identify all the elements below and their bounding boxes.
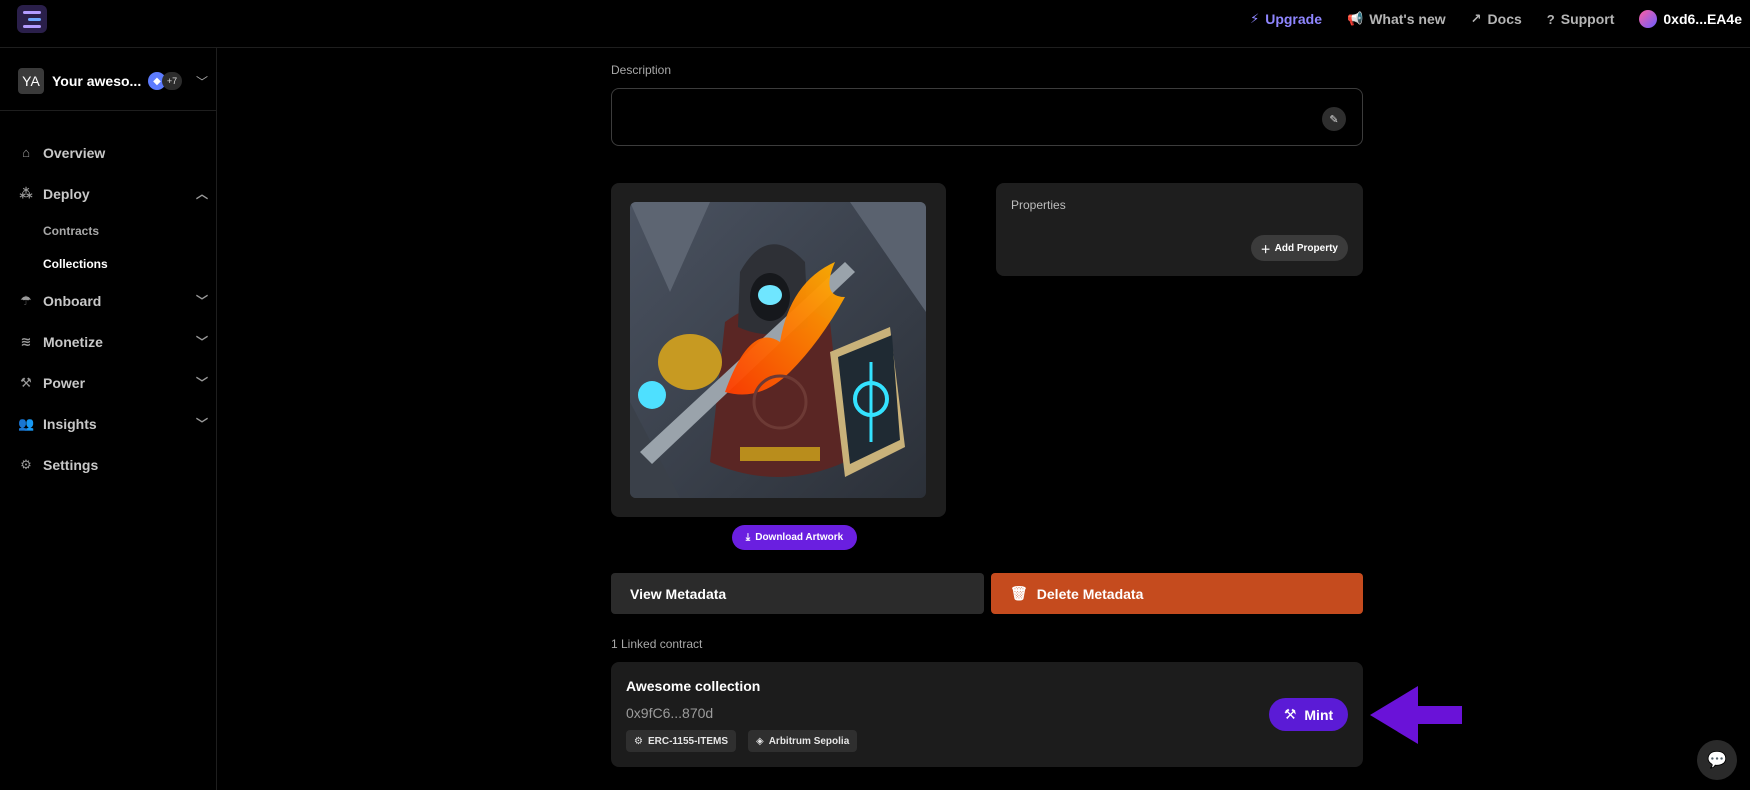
team-chains: ◆ +7	[148, 72, 182, 90]
sidebar-item-insights[interactable]: 👥 Insights ﹀	[18, 403, 208, 444]
contract-name: Awesome collection	[626, 678, 761, 694]
wallet-button[interactable]: 0xd6...EA4e	[1639, 10, 1742, 28]
sidebar-item-label: Deploy	[43, 185, 90, 202]
top-nav: ⚡ Upgrade 📢 What's new ↗ Docs ? Support …	[1250, 0, 1750, 38]
network-label: Arbitrum Sepolia	[768, 735, 850, 747]
upgrade-link[interactable]: ⚡ Upgrade	[1250, 11, 1322, 27]
add-property-button[interactable]: ＋ Add Property	[1250, 235, 1348, 261]
support-label: Support	[1560, 11, 1615, 27]
monetize-icon: ≋	[20, 333, 32, 349]
delete-metadata-button[interactable]: 🗑 Delete Metadata	[991, 573, 1363, 614]
arbitrum-icon: ◈	[756, 735, 764, 747]
megaphone-icon: 📢	[1347, 11, 1364, 26]
description-field[interactable]: ✎	[611, 88, 1363, 146]
upgrade-label: Upgrade	[1265, 11, 1322, 27]
add-property-label: Add Property	[1274, 242, 1338, 254]
sidebar-item-label: Power	[43, 374, 86, 391]
chat-bubble-icon[interactable]: 💬	[1697, 740, 1737, 780]
nft-artwork-image	[630, 202, 926, 498]
chevron-down-icon[interactable]: ﹀	[196, 73, 208, 90]
delete-metadata-label: Delete Metadata	[1036, 585, 1144, 602]
sidebar-item-overview[interactable]: ⌂ Overview	[18, 132, 208, 173]
whats-new-label: What's new	[1369, 11, 1446, 27]
wallet-avatar	[1639, 10, 1658, 28]
app-logo-icon[interactable]	[17, 5, 47, 33]
deploy-icon: ⁂	[19, 185, 33, 201]
external-arrow-icon: ↗	[1470, 11, 1482, 26]
onboard-icon: ☂	[20, 292, 32, 308]
support-link[interactable]: ? Support	[1547, 11, 1615, 27]
docs-link[interactable]: ↗ Docs	[1471, 11, 1522, 27]
view-metadata-label: View Metadata	[630, 585, 727, 602]
chevron-down-icon: ﹀	[195, 417, 208, 431]
mint-hammer-icon: ⚒	[1283, 706, 1297, 722]
sidebar: YA Your aweso... ◆ +7 ﹀ ⌂ Overview ⁂ Dep…	[0, 48, 217, 790]
contract-standard-tag: ⚙ ERC-1155-ITEMS	[626, 730, 736, 752]
insights-icon: 👥	[18, 415, 35, 431]
linked-contract-card: Awesome collection 0x9fC6...870d ⚙ ERC-1…	[611, 662, 1363, 767]
mint-button[interactable]: ⚒ Mint	[1269, 698, 1348, 731]
mint-label: Mint	[1304, 706, 1334, 723]
power-icon: ⚒	[20, 374, 32, 390]
whats-new-link[interactable]: 📢 What's new	[1347, 11, 1446, 27]
edit-pencil-icon[interactable]: ✎	[1322, 107, 1346, 131]
sidebar-item-power[interactable]: ⚒ Power ﹀	[18, 362, 208, 403]
network-tag: ◈ Arbitrum Sepolia	[748, 730, 858, 752]
sidebar-item-label: Settings	[43, 456, 99, 473]
download-icon: ⤓	[745, 532, 751, 543]
help-circle-icon: ?	[1546, 11, 1555, 27]
sidebar-item-settings[interactable]: ⚙ Settings	[18, 444, 208, 485]
lightning-icon: ⚡	[1250, 11, 1260, 26]
artwork-card	[611, 183, 946, 517]
trash-icon: 🗑	[1010, 585, 1028, 601]
chevron-down-icon: ﹀	[195, 335, 208, 349]
linked-contract-count: 1 Linked contract	[611, 637, 703, 651]
sidebar-item-label: Overview	[43, 144, 106, 161]
contract-standard-label: ERC-1155-ITEMS	[647, 735, 728, 747]
download-artwork-button[interactable]: ⤓ Download Artwork	[732, 525, 857, 550]
sidebar-subitem-collections[interactable]: Collections	[18, 247, 208, 280]
sidebar-subitem-contracts[interactable]: Contracts	[18, 214, 208, 247]
chevron-down-icon: ﹀	[195, 294, 208, 308]
gear-icon: ⚙	[20, 456, 32, 472]
team-name: Your aweso...	[52, 73, 142, 89]
home-icon: ⌂	[22, 145, 30, 160]
view-metadata-button[interactable]: View Metadata	[611, 573, 984, 614]
properties-title: Properties	[1011, 198, 1066, 212]
plus-icon: ＋	[1260, 244, 1271, 256]
chevron-up-icon: ︿	[195, 187, 208, 201]
sidebar-item-monetize[interactable]: ≋ Monetize ﹀	[18, 321, 208, 362]
description-label: Description	[611, 63, 672, 77]
docs-label: Docs	[1487, 11, 1522, 27]
sidebar-item-label: Monetize	[43, 333, 103, 350]
more-chains-badge: +7	[162, 72, 182, 90]
sidebar-item-label: Onboard	[43, 292, 102, 309]
gear-icon: ⚙	[634, 735, 643, 747]
sidebar-item-deploy[interactable]: ⁂ Deploy ︿	[18, 173, 208, 214]
download-artwork-label: Download Artwork	[755, 532, 844, 543]
pointer-arrow-icon	[1370, 686, 1462, 744]
wallet-address: 0xd6...EA4e	[1663, 11, 1742, 27]
chevron-down-icon: ﹀	[195, 376, 208, 390]
top-bar: ⚡ Upgrade 📢 What's new ↗ Docs ? Support …	[0, 0, 1750, 48]
team-switcher[interactable]: YA Your aweso... ◆ +7 ﹀	[18, 66, 208, 96]
contract-address[interactable]: 0x9fC6...870d	[626, 705, 713, 721]
properties-panel: Properties ＋ Add Property	[996, 183, 1363, 276]
sidebar-nav: ⌂ Overview ⁂ Deploy ︿ Contracts Collecti…	[18, 132, 208, 485]
divider	[0, 110, 216, 111]
team-avatar: YA	[18, 68, 44, 94]
sidebar-item-onboard[interactable]: ☂ Onboard ﹀	[18, 280, 208, 321]
sidebar-item-label: Insights	[43, 415, 97, 432]
